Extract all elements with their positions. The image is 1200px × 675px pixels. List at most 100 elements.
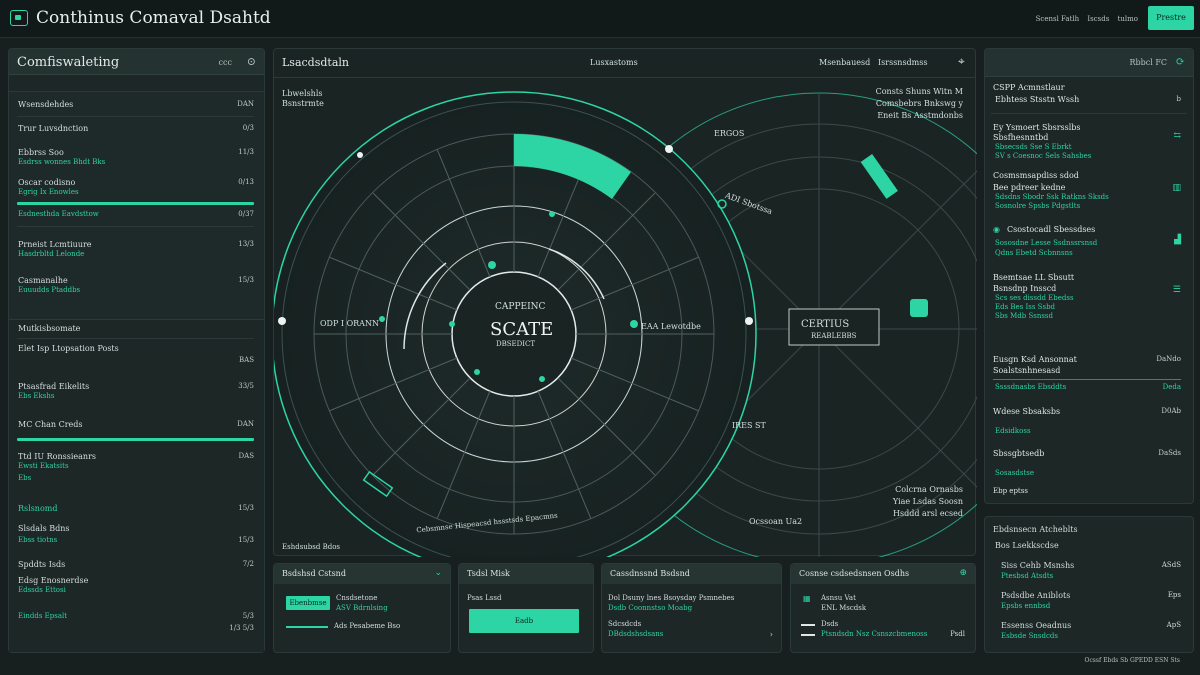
settings-icon[interactable]: ⊙ xyxy=(247,55,256,68)
chevron-down-icon[interactable]: ⌄ xyxy=(434,568,442,578)
bottom-right-label-1: Colcrna Ornasbs xyxy=(895,485,963,494)
list-item[interactable]: Ptsasfrad Eikelits Ebs Ekshs 33/5 xyxy=(9,382,264,406)
bottom-card-line: ENL Mscdsk xyxy=(821,604,867,612)
chevron-right-icon[interactable]: › xyxy=(770,630,773,639)
left-section-1-title: Wsensdehdes xyxy=(18,100,74,109)
list-item[interactable]: Prneist Lcmtiuure Hasdrbltd Lelonde 13/3 xyxy=(9,240,264,264)
bottom-card-title: Tsdsl Misk xyxy=(467,569,510,578)
bottom-card-header: Tsdsl Misk xyxy=(459,564,593,584)
list-item[interactable]: Trur Luvsdnction 0/3 xyxy=(9,124,264,138)
list-item[interactable]: Elet Isp Ltopsation Posts BAS xyxy=(9,344,264,364)
bar-chart-icon[interactable]: ▥ xyxy=(1172,183,1181,193)
bottom-right-label-2: Yiae Lsdas Soosn xyxy=(892,497,963,506)
list-item[interactable]: Oscar codisno Egrig Ix Enowles 0/13 xyxy=(9,178,264,204)
top-link-2[interactable]: Iscsds xyxy=(1087,15,1109,23)
top-left-label-2: Bsnstrmte xyxy=(282,99,324,108)
section-line: Sososdne Lesse Ssdnssrsnsd xyxy=(995,239,1098,247)
bottom-card-line: Dol Dsuny lnes Bsoysday Psmnebes xyxy=(608,594,735,602)
list-item[interactable]: Esdnesthda Eavdsttow 0/37 xyxy=(9,210,264,224)
list-item[interactable]: Ttd IU Ronssieanrs Ewsti Ekatsits Ebs DA… xyxy=(9,452,264,492)
section-sub: Bsnsdnp Insscd xyxy=(993,284,1057,293)
right-bottom-row-label[interactable]: Siss Cehb Msnshs xyxy=(1001,561,1074,570)
left-axis-label: ODP I ORANN xyxy=(320,319,379,328)
list-item-value: 0/37 xyxy=(238,210,254,218)
top-bar-label: ERGOS xyxy=(714,129,745,138)
list-item-value: 11/3 xyxy=(238,148,254,156)
list-item[interactable]: Ebbrss Soo Esdrss wonnes Bhdt Bks 11/3 xyxy=(9,148,264,172)
primary-button[interactable]: Ebenbmse xyxy=(286,596,330,610)
top-link-3[interactable]: tulmo xyxy=(1118,15,1138,23)
right-bottom-row-value: ASdS xyxy=(1161,561,1181,569)
divider xyxy=(991,113,1187,114)
bottom-card-title: Bsdshsd Cstsnd xyxy=(282,569,346,578)
list-item-sub: Ebs Ekshs xyxy=(18,392,55,400)
section-title: Bsemtsae LL Sbsutt xyxy=(993,273,1075,282)
right-bottom-row-value: ApS xyxy=(1166,621,1181,629)
refresh-icon[interactable]: ⟳ xyxy=(1176,55,1185,68)
list-icon[interactable]: ☰ xyxy=(1173,285,1181,295)
section-value: b xyxy=(1176,95,1181,103)
list-item[interactable]: Slsdals Bdns Ebss tiotns 15/3 xyxy=(9,524,264,548)
divider xyxy=(17,116,254,117)
app-title: Conthinus Comaval Dsahtd xyxy=(36,8,271,28)
bottom-card-line: ASV Bdrnlsing xyxy=(336,604,388,612)
bottom-card-title: Cosnse csdsedsnsen Osdhs xyxy=(799,569,910,578)
section-sub: Sosasdstse xyxy=(995,469,1034,477)
list-item-sub: Ebs xyxy=(18,474,32,482)
top-action-button[interactable]: Prestre xyxy=(1148,6,1194,30)
left-panel-header: Comfiswaleting ccc ⊙ xyxy=(9,49,264,75)
list-item[interactable]: Edsg Enosnerdse Edssds Ettosi Eindds Eps… xyxy=(9,576,264,632)
divider xyxy=(17,338,254,339)
primary-button[interactable]: Eadb xyxy=(469,609,579,633)
list-item[interactable]: Casmanalhe Euuudds Ptaddbs 15/3 xyxy=(9,276,264,300)
right-bottom-row-label[interactable]: Psdsdbe Aniblots xyxy=(1001,591,1070,600)
signal-icon[interactable]: ▟ xyxy=(1174,235,1181,245)
list-item-sub: Eindds Epsalt xyxy=(18,612,68,620)
list-item[interactable]: Spddts Isds 7/2 xyxy=(9,560,264,574)
right-bottom-row-sub: Epsbs ennbsd xyxy=(1001,602,1051,610)
right-panel: Rbbcl FC ⟳ CSPP Acmnstlaur Ebhtess Stsst… xyxy=(984,48,1194,504)
list-item-label: Oscar codisno xyxy=(18,178,76,187)
top-right-label-1: Consts Shuns Witn M xyxy=(875,87,963,96)
list-item-value: DAS xyxy=(238,452,254,460)
bottom-mid-label: Ocssoan Ua2 xyxy=(749,517,803,526)
list-item-label: Rslsnomd xyxy=(18,504,58,513)
bottom-card-header: Cassdnssnd Bsdsnd xyxy=(602,564,781,584)
right-bottom-row-label[interactable]: Essenss Oeadnus xyxy=(1001,621,1071,630)
list-item-value: 0/13 xyxy=(238,178,254,186)
section-extra: Ebp eptss xyxy=(993,487,1028,495)
add-circle-icon[interactable]: ⊕ xyxy=(959,568,967,578)
top-right-label-2: Comsbebrs Bnkswg y xyxy=(875,99,963,108)
section-line: SV s Coesnoc Sels Sahsbes xyxy=(995,152,1092,160)
list-item-value: DAN xyxy=(237,420,254,428)
left-section-1-header: Wsensdehdes DAN xyxy=(9,100,264,114)
list-item-label: Spddts Isds xyxy=(18,560,66,569)
grid-icon: ▦ xyxy=(803,594,811,603)
top-link-1[interactable]: Scensl Fatlh xyxy=(1036,15,1080,23)
section-sub: Soalstsnhnesasd xyxy=(993,366,1061,375)
top-links: Scensl Fatlh Iscsds tulmo xyxy=(1030,15,1138,23)
section-line: Scs ses dissdd Ebedss xyxy=(995,294,1074,302)
bottom-card-line: Cnsdsetone xyxy=(336,594,378,602)
list-item[interactable]: MC Chan Creds DAN xyxy=(9,420,264,434)
right-panel-header: Rbbcl FC ⟳ xyxy=(985,49,1193,77)
left-panel: Comfiswaleting ccc ⊙ Wsensdehdes DAN Tru… xyxy=(8,48,265,653)
right-bottom-row-value: Eps xyxy=(1167,591,1181,599)
section-value: Deda xyxy=(1162,383,1181,391)
bottom-card-line: Ads Pesabeme Bso xyxy=(334,622,401,630)
section-line: Eds Bes Iss Ssbd xyxy=(995,303,1056,311)
list-item-label: Trur Luvsdnction xyxy=(18,124,89,133)
right-core-sub: REABLEBBS xyxy=(811,332,857,340)
right-bottom-sub: Bos Lsekkscdse xyxy=(995,541,1059,550)
app-logo-icon xyxy=(10,10,28,26)
bottom-card-2: Tsdsl Misk Psas Lssd Eadb xyxy=(458,563,594,653)
core-sub-label: DBSEDICT xyxy=(496,340,536,348)
list-item-sub: Euuudds Ptaddbs xyxy=(18,286,81,294)
transfer-icon[interactable]: ⇆ xyxy=(1173,131,1181,141)
footer-note: Ocssf Ebds Sb GPEDD ESN Sts xyxy=(1084,657,1180,664)
section-line: Sosnolre Spsbs Pdgstlts xyxy=(995,202,1081,210)
list-item-label: Esdnesthda Eavdsttow xyxy=(18,210,99,218)
list-item[interactable]: Rslsnomd 15/3 xyxy=(9,504,264,518)
section-line: Qdns Ebetd Scbnnsns xyxy=(995,249,1073,257)
list-item-sub: Esdrss wonnes Bhdt Bks xyxy=(18,158,106,166)
